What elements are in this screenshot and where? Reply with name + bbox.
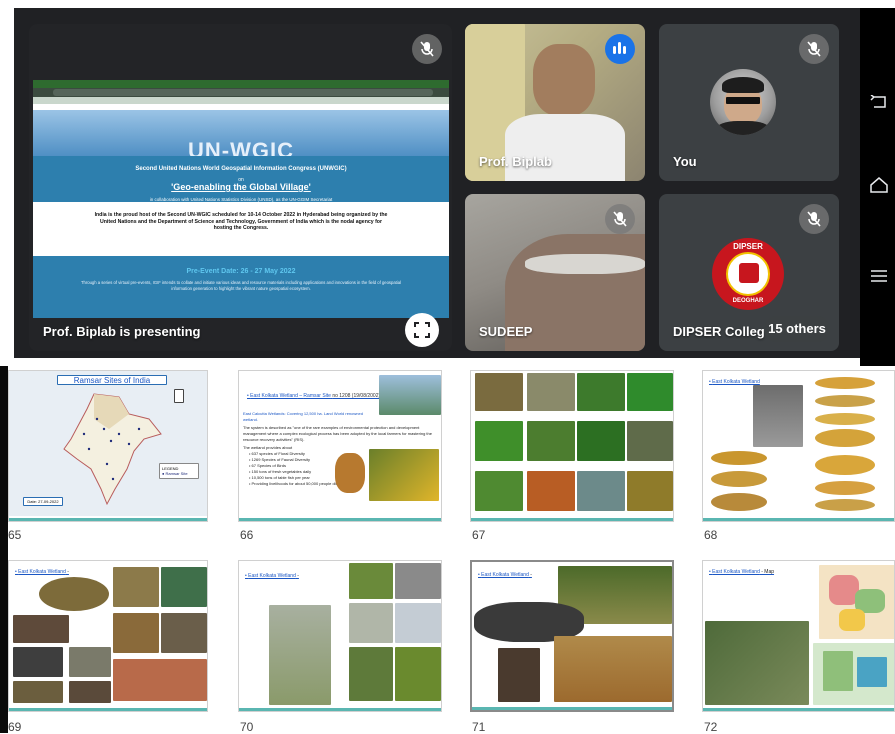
slide-thumbnail[interactable]: Ramsar Sites of India LEGEND ● Ramsar Sit…: [8, 370, 208, 522]
back-icon[interactable]: [868, 92, 890, 114]
slide-thumbnail[interactable]: • East Kolkata Wetland – Ramsar Site no …: [238, 370, 442, 522]
slide-heading: • East Kolkata Wetland – Ramsar Site no …: [247, 393, 381, 399]
slide-heading: • East Kolkata Wetland: [709, 379, 760, 385]
avatar: [710, 69, 776, 135]
browser-chrome: [33, 80, 449, 104]
speaking-indicator-icon: [605, 34, 635, 64]
slide-number: 72: [704, 720, 718, 734]
slide-heading: • East Kolkata Wetland -: [245, 573, 299, 579]
shared-screen: UN-WGIC Second United Nations World Geos…: [33, 80, 449, 318]
fish-pile-photo: [753, 385, 803, 447]
slide-line1: Second United Nations World Geospatial I…: [135, 166, 347, 172]
slide-heading: • East Kolkata Wetland -: [15, 569, 69, 575]
slide-pre-event-band: Pre-Event Date: 26 - 27 May 2022 Through…: [33, 262, 449, 318]
slide-india-text: India is the proud host of the Second UN…: [33, 202, 449, 256]
participant-tile-you[interactable]: You: [659, 24, 839, 181]
map-date: Date: 27-09-2022: [23, 497, 63, 506]
north-arrow-icon: [174, 389, 184, 403]
slide-title: Ramsar Sites of India: [57, 375, 167, 385]
participant-tile-biplab[interactable]: Prof. Biplab: [465, 24, 645, 181]
slide-number: 65: [8, 528, 22, 542]
presenter-banner: Prof. Biplab is presenting: [43, 324, 201, 339]
participant-name: Prof. Biplab: [479, 154, 552, 169]
video-face: [533, 44, 595, 116]
map-legend: LEGEND ● Ramsar Site: [159, 463, 199, 479]
mic-muted-icon: [412, 34, 442, 64]
bee-photo: [369, 449, 439, 501]
slide-hero: UN-WGIC: [33, 110, 449, 163]
participant-name: DIPSER Colleg: [673, 324, 765, 339]
system-nav-bar: [860, 8, 895, 366]
participant-name: SUDEEP: [479, 324, 533, 339]
slide-thumbnail[interactable]: [470, 370, 674, 522]
video-shirt: [505, 114, 625, 181]
menu-icon[interactable]: [868, 266, 890, 288]
slide-thumbnail[interactable]: • East Kolkata Wetland -: [8, 560, 208, 712]
wetland-photo: [379, 375, 441, 415]
slide-thumbnail[interactable]: • East Kolkata Wetland - Map: [702, 560, 895, 712]
slide-sorter: Ramsar Sites of India LEGEND ● Ramsar Sit…: [0, 366, 895, 734]
slide-thumbnail[interactable]: • East Kolkata Wetland -: [238, 560, 442, 712]
india-map: [63, 393, 162, 506]
home-icon[interactable]: [868, 176, 890, 198]
slide-thumbnail[interactable]: • East Kolkata Wetland: [702, 370, 895, 522]
participant-name: You: [673, 154, 697, 169]
dipser-logo: DIPSER DEOGHAR: [712, 238, 784, 310]
satellite-image: [705, 621, 809, 705]
slide-pre-event: Pre-Event Date: 26 - 27 May 2022: [186, 268, 296, 275]
mic-muted-icon: [799, 204, 829, 234]
district-map: [819, 565, 894, 639]
meet-call: UN-WGIC Second United Nations World Geos…: [0, 0, 895, 366]
fullscreen-button[interactable]: [405, 313, 439, 347]
slide-heading: • East Kolkata Wetland -: [478, 572, 532, 578]
slide-theme: 'Geo-enabling the Global Village': [171, 182, 311, 192]
bat-photo: [498, 648, 540, 702]
participant-tile-sudeep[interactable]: SUDEEP: [465, 194, 645, 351]
jackal-photo: [554, 636, 672, 702]
presentation-tile[interactable]: UN-WGIC Second United Nations World Geos…: [29, 24, 452, 351]
spider-photo: [335, 453, 365, 493]
slide-number: 69: [8, 720, 22, 734]
slide-number: 71: [472, 720, 486, 734]
others-button[interactable]: 15 others: [764, 316, 830, 342]
swamphen-photo: [269, 605, 331, 705]
slide-heading: • East Kolkata Wetland - Map: [709, 569, 775, 575]
inset-map: [813, 643, 894, 705]
slide-number: 67: [472, 528, 486, 542]
slide-pre-event-body: Through a series of virtual pre-events, …: [80, 280, 402, 291]
fullscreen-icon: [414, 322, 430, 338]
slide-thumbnail-selected[interactable]: • East Kolkata Wetland -: [470, 560, 674, 712]
slide-number: 66: [240, 528, 254, 542]
mic-muted-icon: [799, 34, 829, 64]
turtle-photo: [39, 577, 109, 611]
left-border: [0, 366, 8, 733]
mic-muted-icon: [605, 204, 635, 234]
slide-number: 70: [240, 720, 254, 734]
slide-number: 68: [704, 528, 718, 542]
video-hair: [525, 254, 645, 274]
